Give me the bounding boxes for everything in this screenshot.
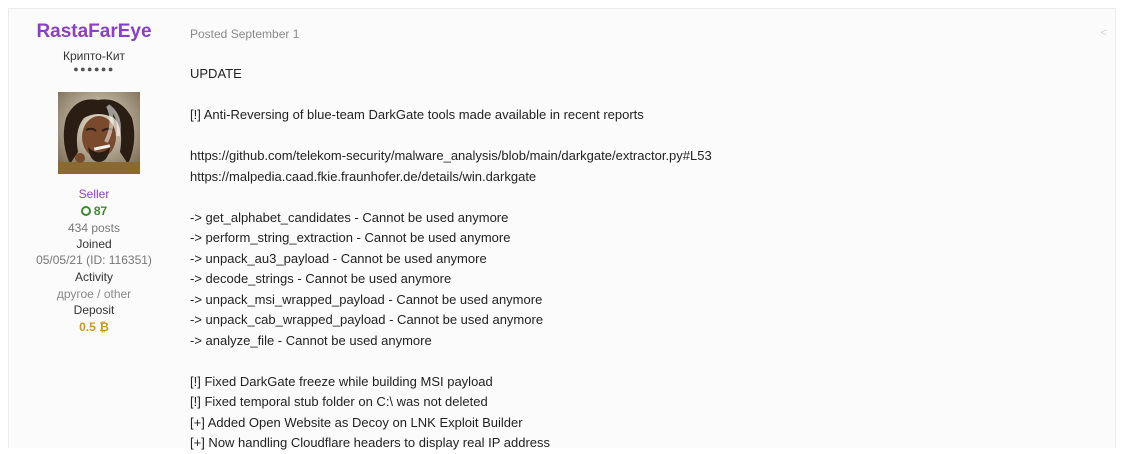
reputation-value: 87 (93, 204, 108, 218)
author-title: Крипто-Кит (62, 49, 126, 63)
list-item: [!] Fixed DarkGate freeze while building… (190, 373, 493, 389)
forum-post: RastaFarEye Крипто-Кит ●●●●●● Seller 87 … (8, 8, 1116, 450)
rank-dots: ●●●●●● (73, 64, 115, 74)
author-post-count[interactable]: 434 posts (9, 221, 179, 235)
list-item: -> decode_strings - Cannot be used anymo… (190, 271, 452, 286)
list-item: -> analyze_file - Cannot be used anymore (190, 332, 432, 348)
list-item: -> unpack_au3_payload - Cannot be used a… (190, 250, 487, 266)
list-item: -> unpack_cab_wrapped_payload - Cannot b… (190, 312, 544, 327)
link-github[interactable]: https://github.com/telekom-security/malw… (190, 148, 712, 163)
link-item: https://malpedia.caad.fkie.fraunhofer.de… (190, 167, 1090, 188)
post-heading: UPDATE (190, 66, 242, 81)
share-icon[interactable]: < (1101, 27, 1107, 39)
avatar-image (58, 92, 140, 174)
post-intro: [!] Anti-Reversing of blue-team DarkGate… (190, 107, 644, 122)
joined-label: Joined (76, 237, 112, 251)
list-item: -> perform_string_extraction - Cannot be… (190, 230, 511, 245)
author-username[interactable]: RastaFarEye (9, 21, 179, 43)
reputation-circle-icon (80, 206, 91, 216)
activity-value: другое / other (56, 287, 132, 301)
list-item: -> unpack_msi_wrapped_payload - Cannot b… (190, 291, 543, 307)
deposit-value: 0.5 ₿ (79, 320, 109, 334)
activity-label: Activity (74, 270, 113, 284)
link-item: https://github.com/telekom-security/malw… (190, 146, 1090, 167)
avatar[interactable] (58, 92, 140, 174)
reputation-badge[interactable]: 87 (9, 204, 179, 218)
author-group: Seller (78, 187, 110, 201)
post-content: UPDATE [!] Anti-Reversing of blue-team D… (190, 64, 1090, 454)
post-date[interactable]: Posted September 1 (190, 27, 299, 41)
post-tools: < (1091, 27, 1107, 39)
link-malpedia[interactable]: https://malpedia.caad.fkie.fraunhofer.de… (190, 169, 536, 184)
list-item: -> get_alphabet_candidates - Cannot be u… (190, 209, 509, 225)
list-item: [+] Now handling Cloudflare headers to d… (190, 435, 551, 450)
joined-value: 05/05/21 (ID: 116351) (36, 253, 152, 267)
deposit-label: Deposit (73, 303, 115, 317)
list-item: [!] Fixed temporal stub folder on C:\ wa… (190, 394, 488, 409)
list-item: [+] Added Open Website as Decoy on LNK E… (190, 414, 523, 430)
